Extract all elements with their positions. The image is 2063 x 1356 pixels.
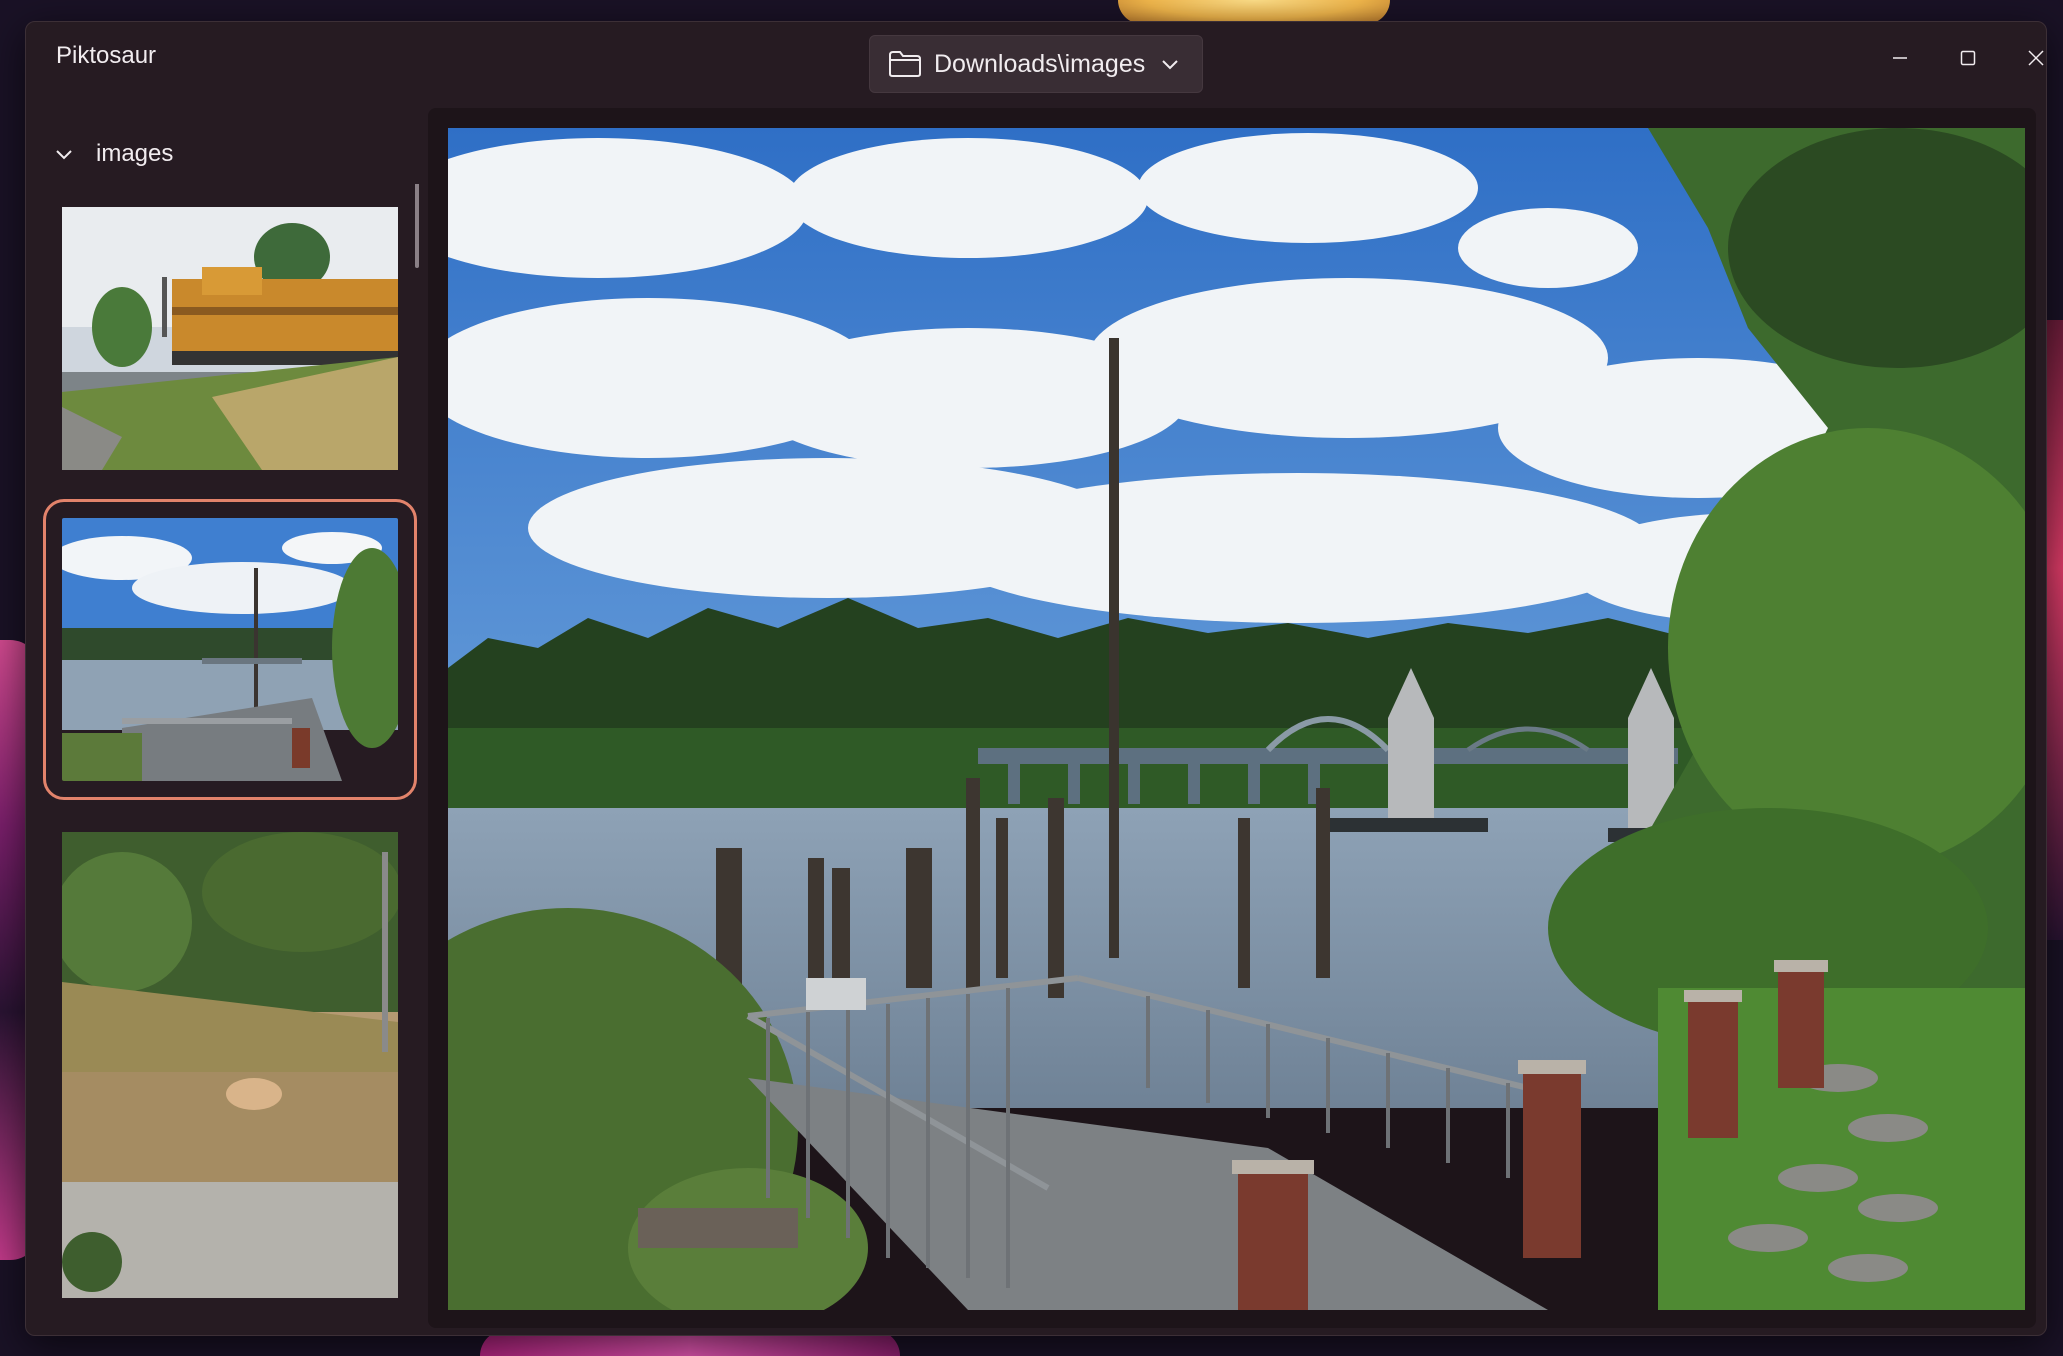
thumbnail-river-bridge[interactable] <box>43 499 417 800</box>
folder-tree-header[interactable]: images <box>54 134 173 174</box>
thumbnail-train[interactable] <box>62 207 398 470</box>
image-viewer <box>428 108 2036 1328</box>
minimize-button[interactable] <box>1872 38 1928 78</box>
chevron-down-icon <box>1161 54 1181 74</box>
minimize-icon <box>1892 50 1908 66</box>
folder-path-button[interactable]: Downloads\images <box>869 35 1203 93</box>
close-button[interactable] <box>2008 38 2046 78</box>
maximize-icon <box>1960 50 1976 66</box>
app-title: Piktosaur <box>56 42 157 69</box>
close-icon <box>2028 50 2044 66</box>
main-photo <box>448 128 2025 1310</box>
folder-path-label: Downloads\images <box>934 49 1146 78</box>
folder-icon <box>888 49 922 79</box>
folder-tree-label: images <box>96 140 174 167</box>
thumbnail-list[interactable] <box>26 184 426 1335</box>
maximize-button[interactable] <box>1940 38 1996 78</box>
sidebar-scrollbar[interactable] <box>415 184 419 268</box>
chevron-down-icon[interactable] <box>54 147 74 161</box>
app-window: Piktosaur Downloads\images images <box>25 21 2047 1336</box>
thumbnail-cat[interactable] <box>62 832 398 1298</box>
